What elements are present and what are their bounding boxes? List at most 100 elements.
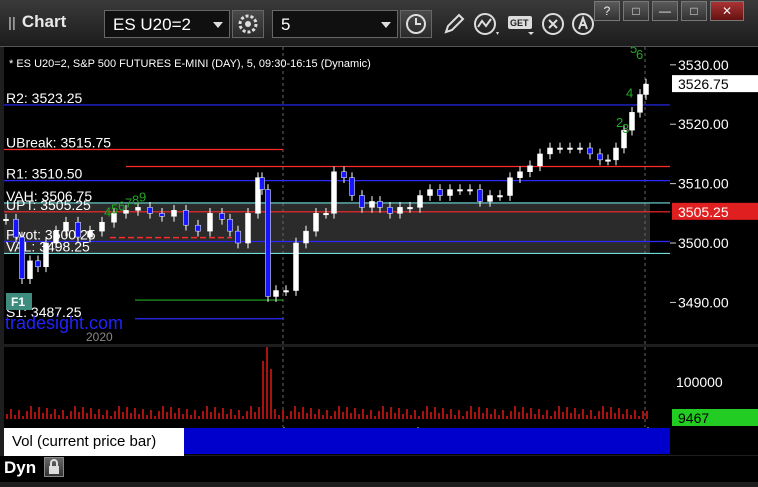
sequence-label: 3 <box>622 121 629 136</box>
volume-bar <box>234 415 236 419</box>
indicators-button[interactable] <box>472 10 500 38</box>
minimize-button[interactable]: — <box>652 1 678 21</box>
volume-study-label[interactable]: Vol (current price bar) <box>4 428 184 456</box>
draw-button[interactable] <box>440 10 468 38</box>
volume-bar <box>14 415 16 419</box>
volume-bar <box>350 413 352 419</box>
close-study-icon[interactable]: ✖ <box>170 428 180 442</box>
candle-body <box>427 189 433 196</box>
candle-body <box>605 159 611 162</box>
volume-bar <box>622 414 624 419</box>
volume-bar <box>610 407 612 419</box>
volume-bar <box>466 411 468 419</box>
volume-bar <box>30 406 32 419</box>
volume-bar <box>478 407 480 419</box>
volume-bar <box>6 414 8 419</box>
volume-bar <box>542 415 544 419</box>
maximize-icon: □ <box>690 4 698 18</box>
candle-body <box>283 290 289 293</box>
volume-bar <box>554 411 556 419</box>
period-selector[interactable]: 5 <box>272 10 398 38</box>
level-label: R2: 3523.25 <box>6 90 82 106</box>
volume-bar <box>190 415 192 419</box>
candle-body <box>265 189 271 297</box>
close-button[interactable]: ✕ <box>710 1 744 21</box>
volume-bar <box>382 406 384 419</box>
close-circle-icon <box>542 13 564 35</box>
settings-button[interactable] <box>232 10 264 38</box>
volume-bar <box>122 412 124 419</box>
symbol-selector[interactable]: ES U20=2 <box>104 10 230 38</box>
volume-bar <box>482 413 484 419</box>
get-data-button[interactable]: GET <box>506 10 534 38</box>
restore-linked-button[interactable]: □ <box>623 1 649 21</box>
candle-body <box>487 195 493 202</box>
volume-bar <box>198 416 200 419</box>
dyn-mode-button[interactable]: Dyn <box>4 458 36 478</box>
candle-body <box>359 195 365 208</box>
volume-bar <box>34 412 36 419</box>
cancel-button[interactable] <box>540 10 568 38</box>
volume-bar <box>274 409 276 419</box>
candle-body <box>457 189 463 192</box>
volume-bar <box>358 414 360 419</box>
volume-bar <box>294 406 296 419</box>
volume-bar <box>362 409 364 419</box>
volume-bar <box>370 410 372 419</box>
volume-bar <box>246 411 248 419</box>
volume-bar <box>250 406 252 419</box>
volume-bar <box>526 413 528 419</box>
volume-bar <box>302 407 304 419</box>
volume-bar <box>450 409 452 419</box>
volume-bar <box>142 409 144 419</box>
period-value: 5 <box>281 15 291 34</box>
volume-bar <box>494 409 496 419</box>
close-icon: ✕ <box>721 4 733 18</box>
clock-button[interactable] <box>400 10 432 38</box>
level-label: UPT: 3505.25 <box>6 197 91 213</box>
volume-bar <box>330 416 332 419</box>
candle-body <box>507 177 513 196</box>
volume-bar <box>290 411 292 419</box>
volume-bar <box>18 410 20 419</box>
help-icon: ? <box>603 4 611 18</box>
volume-bar <box>322 415 324 419</box>
candle-body <box>341 171 347 178</box>
volume-bar <box>446 414 448 419</box>
candle-body <box>259 177 265 190</box>
candle-body <box>597 153 603 161</box>
volume-bar <box>318 409 320 419</box>
candle-body <box>235 230 241 244</box>
volume-bar <box>194 410 196 419</box>
volume-bar <box>138 414 140 419</box>
help-button[interactable]: ? <box>594 1 620 21</box>
volume-bar <box>226 414 228 419</box>
candle-body <box>477 189 483 202</box>
volume-bar <box>646 411 648 419</box>
candle-body <box>331 171 337 214</box>
watermark-date: 2020 <box>86 330 113 344</box>
volume-bar <box>434 407 436 419</box>
candle-body <box>273 290 279 297</box>
candle-body <box>159 213 165 217</box>
chart-area[interactable]: R2: 3523.25 UBreak: 3515.75 R1: 3510.50 VAH… <box>0 41 758 482</box>
volume-bar <box>498 415 500 419</box>
volume-bar <box>590 410 592 419</box>
volume-bar <box>150 410 152 419</box>
candle-body <box>195 224 201 232</box>
sequence-label: 6 <box>636 47 643 62</box>
price-chart[interactable]: R2: 3523.25UBreak: 3515.75R1: 3510.50VAH… <box>0 41 758 482</box>
candle-body <box>467 189 473 192</box>
volume-bar <box>598 411 600 419</box>
clock-icon <box>406 14 426 34</box>
candle-body <box>3 219 9 222</box>
volume-bar <box>522 407 524 419</box>
volume-bar <box>630 415 632 419</box>
lock-button[interactable] <box>44 457 64 477</box>
maximize-button[interactable]: □ <box>681 1 707 21</box>
axis-tick-label: 3490.00 <box>678 294 729 310</box>
last-price-text: 3526.75 <box>678 76 729 92</box>
pause-icon[interactable]: || <box>8 14 16 30</box>
volume-bar <box>74 406 76 419</box>
volume-bar <box>406 409 408 419</box>
